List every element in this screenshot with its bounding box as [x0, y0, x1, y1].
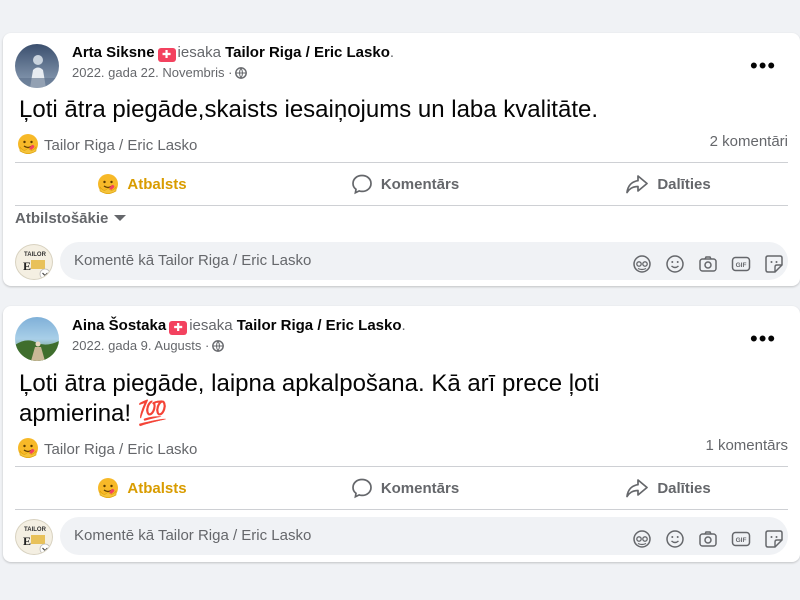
camera-icon[interactable] [698, 251, 718, 272]
share-button[interactable]: Dalīties [541, 467, 795, 509]
recommend-verb: iesaka [177, 44, 221, 61]
post-date[interactable]: 2022. gada 22. Novembris [72, 65, 224, 80]
post-text-line: apmierina! 💯 [19, 400, 168, 427]
comment-filter-label: Atbilstošākie [15, 210, 109, 227]
comment-label: Komentārs [380, 479, 460, 497]
more-options-icon[interactable]: ••• [750, 328, 775, 350]
commenter-avatar-text: TAILOR [24, 527, 47, 533]
post-text: Ļoti ātra piegāde, laipna apkalpošana. K… [19, 369, 784, 429]
care-reaction-icon [18, 134, 38, 154]
avatar-sticker-icon[interactable] [632, 526, 652, 548]
support-label: Atbalsts [127, 479, 187, 497]
post-header-line: Aina Šostaka ✚ iesaka Tailor Riga / Eric L… [72, 317, 406, 335]
share-label: Dalīties [657, 175, 711, 193]
sticker-icon[interactable] [764, 251, 784, 273]
care-reaction-icon [98, 478, 119, 498]
share-button[interactable]: Dalīties [541, 163, 795, 205]
care-reaction-icon [98, 174, 119, 194]
share-arrow-icon [626, 175, 649, 194]
action-bar: Atbalsts Komentārs Dalīties [15, 466, 788, 510]
emoji-icon[interactable] [665, 251, 685, 273]
svg-text:E: E [23, 259, 31, 273]
commenter-avatar-text: TAILOR [24, 252, 47, 258]
post-header-text: Arta Siksne ✚ iesaka Tailor Riga / Eric La… [72, 43, 730, 82]
author-name[interactable]: Arta Siksne [72, 44, 155, 61]
comment-count[interactable]: 2 komentāri [710, 133, 788, 150]
comment-button[interactable]: Komentārs [278, 163, 532, 205]
sticker-icon[interactable] [764, 526, 784, 548]
comment-input[interactable]: Komentē kā Tailor Riga / Eric Lasko GIF [60, 517, 788, 555]
comment-placeholder: Komentē kā Tailor Riga / Eric Lasko [74, 252, 312, 269]
share-label: Dalīties [657, 479, 711, 497]
author-avatar[interactable] [15, 44, 59, 88]
support-label: Atbalsts [127, 175, 187, 193]
composer-icons: GIF [632, 251, 784, 273]
reaction-name: Tailor Riga / Eric Lasko [44, 137, 198, 154]
recommend-badge-icon: ✚ [157, 48, 176, 62]
comment-bubble-icon [351, 478, 372, 499]
emoji-icon[interactable] [665, 526, 685, 548]
comment-input[interactable]: Komentē kā Tailor Riga / Eric Lasko GIF [60, 242, 788, 280]
svg-text:E: E [23, 534, 31, 548]
post-card: Aina Šostaka ✚ iesaka Tailor Riga / Eric L… [3, 306, 800, 562]
support-button[interactable]: Atbalsts [15, 163, 269, 205]
gif-icon[interactable]: GIF [731, 251, 751, 272]
recommend-badge-icon: ✚ [169, 321, 188, 335]
svg-text:GIF: GIF [736, 262, 747, 269]
post-header-text: Aina Šostaka ✚ iesaka Tailor Riga / Eric L… [72, 316, 730, 355]
comment-bubble-icon [351, 174, 372, 195]
gif-icon[interactable]: GIF [731, 526, 751, 547]
globe-icon [235, 67, 248, 79]
more-options-icon[interactable]: ••• [750, 55, 775, 77]
comment-composer: TAILOR E Komentē kā Tailor Riga / Eric L… [15, 242, 788, 280]
comment-button[interactable]: Komentārs [278, 467, 532, 509]
post-text-line: Ļoti ātra piegāde,skaists iesaiņojums un… [19, 96, 598, 123]
post-date-line: 2022. gada 9. Augusts · [72, 337, 730, 355]
composer-icons: GIF [632, 526, 784, 548]
post-date[interactable]: 2022. gada 9. Augusts [72, 338, 201, 353]
reactions-summary[interactable]: Tailor Riga / Eric Lasko [17, 133, 197, 155]
post-meta: Tailor Riga / Eric Lasko 1 komentārs [17, 437, 788, 459]
avatar-sticker-icon[interactable] [632, 251, 652, 273]
comment-filter-dropdown[interactable]: Atbilstošākie [15, 210, 127, 227]
page-name-link[interactable]: Tailor Riga / Eric Lasko [237, 317, 402, 334]
post-text: Ļoti ātra piegāde,skaists iesaiņojums un… [19, 95, 784, 125]
commenter-avatar[interactable]: TAILOR E [15, 519, 53, 555]
post-card: Arta Siksne ✚ iesaka Tailor Riga / Eric La… [3, 33, 800, 286]
comment-label: Komentārs [380, 175, 460, 193]
author-name[interactable]: Aina Šostaka [72, 317, 166, 334]
comment-count[interactable]: 1 komentārs [705, 437, 788, 454]
globe-icon [212, 340, 225, 352]
post-meta: Tailor Riga / Eric Lasko 2 komentāri [17, 133, 788, 155]
action-bar: Atbalsts Komentārs Dalīties [15, 162, 788, 206]
reactions-summary[interactable]: Tailor Riga / Eric Lasko [17, 437, 197, 459]
reaction-name: Tailor Riga / Eric Lasko [44, 441, 198, 458]
camera-icon[interactable] [698, 526, 718, 547]
post-header: Aina Šostaka ✚ iesaka Tailor Riga / Eric L… [15, 314, 790, 361]
commenter-avatar[interactable]: TAILOR E [15, 244, 53, 280]
support-button[interactable]: Atbalsts [15, 467, 269, 509]
author-avatar[interactable] [15, 317, 59, 361]
comment-composer: TAILOR E Komentē kā Tailor Riga / Eric L… [15, 517, 788, 555]
page-name-link[interactable]: Tailor Riga / Eric Lasko [225, 44, 390, 61]
comment-placeholder: Komentē kā Tailor Riga / Eric Lasko [74, 527, 312, 544]
post-header: Arta Siksne ✚ iesaka Tailor Riga / Eric La… [15, 41, 790, 88]
post-date-line: 2022. gada 22. Novembris · [72, 64, 730, 82]
svg-text:GIF: GIF [736, 537, 747, 544]
care-reaction-icon [18, 438, 38, 458]
post-header-line: Arta Siksne ✚ iesaka Tailor Riga / Eric La… [72, 44, 395, 62]
recommend-verb: iesaka [189, 317, 233, 334]
post-text-line: Ļoti ātra piegāde, laipna apkalpošana. K… [19, 370, 600, 397]
chevron-down-icon [114, 215, 127, 221]
share-arrow-icon [626, 479, 649, 498]
